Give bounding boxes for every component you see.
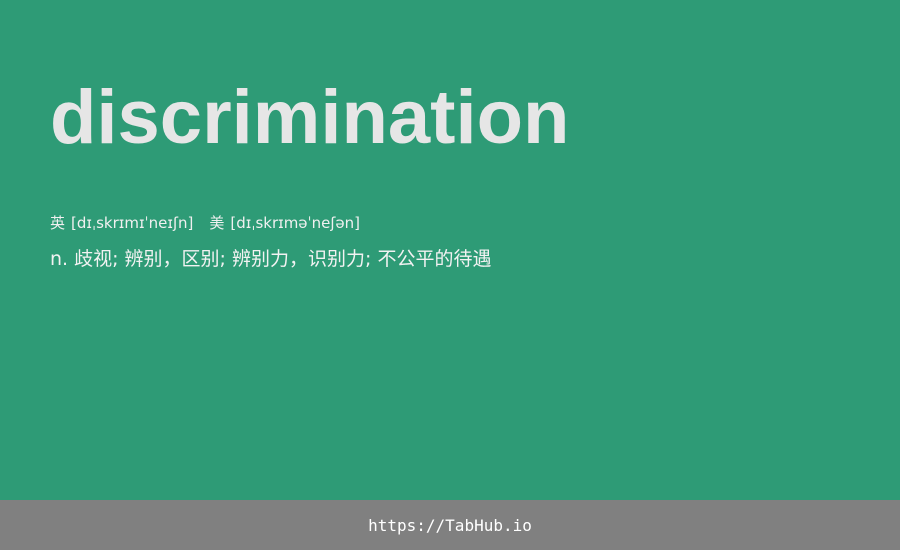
- definition: n. 歧视; 辨别，区别; 辨别力，识别力; 不公平的待遇: [50, 248, 492, 270]
- headword: discrimination: [50, 75, 570, 160]
- word-card: discrimination 英 [dɪˌskrɪmɪˈneɪʃn] 美 [dɪˌsk…: [0, 0, 900, 500]
- tabhub-link[interactable]: https://TabHub.io: [368, 516, 532, 535]
- us-phonetic: [dɪˌskrɪməˈneʃən]: [230, 214, 361, 232]
- phonetics-line: 英 [dɪˌskrɪmɪˈneɪʃn] 美 [dɪˌskrɪməˈneʃən]: [50, 213, 360, 233]
- uk-label: 英: [50, 214, 66, 232]
- uk-phonetic: [dɪˌskrɪmɪˈneɪʃn]: [71, 214, 194, 232]
- footer-bar: https://TabHub.io: [0, 500, 900, 550]
- us-label: 美: [209, 214, 225, 232]
